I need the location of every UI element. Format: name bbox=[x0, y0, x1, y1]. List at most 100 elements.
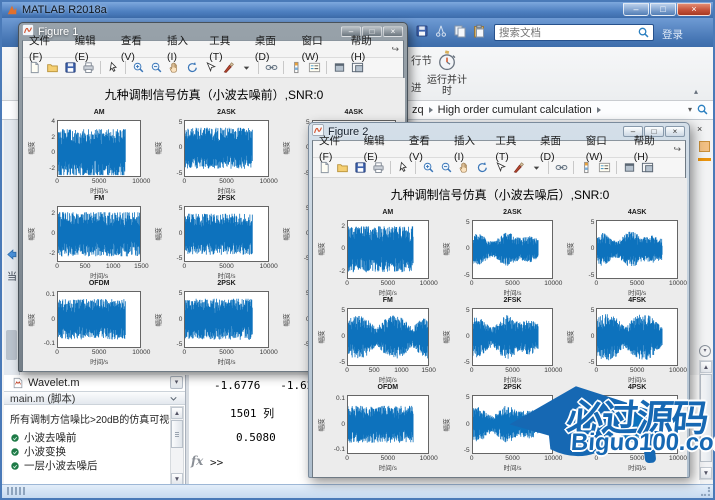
scroll-thumb[interactable] bbox=[700, 374, 712, 462]
dropdown-small-icon[interactable] bbox=[528, 160, 544, 176]
pan-icon[interactable] bbox=[166, 60, 182, 76]
y-tick-label: -5 bbox=[574, 272, 594, 279]
pointer-icon[interactable] bbox=[395, 160, 411, 176]
new-document-icon[interactable] bbox=[26, 60, 42, 76]
chevron-down-icon[interactable] bbox=[168, 393, 179, 404]
scroll-down-arrow[interactable]: ▼ bbox=[700, 467, 712, 479]
save-icon[interactable] bbox=[414, 23, 429, 38]
ribbon-collapse-icon[interactable]: ▴ bbox=[694, 87, 698, 96]
panel-close-icon[interactable]: × bbox=[697, 124, 702, 134]
minimize-button[interactable]: – bbox=[623, 3, 649, 16]
statusbar-grip[interactable] bbox=[7, 487, 25, 495]
section-item[interactable]: 小波去噪前 bbox=[10, 430, 77, 445]
run-and-time-button[interactable]: 运行并计时 bbox=[426, 49, 468, 99]
x-tick-label: 0 bbox=[582, 455, 610, 462]
breadcrumb-dropdown-icon[interactable]: ▾ bbox=[688, 105, 692, 114]
x-tick-label: 5000 bbox=[85, 349, 113, 356]
scroll-up-arrow[interactable]: ▲ bbox=[171, 407, 183, 419]
y-tick-label: 0 bbox=[325, 421, 345, 428]
rotate-3d-icon[interactable] bbox=[184, 60, 200, 76]
print-icon[interactable] bbox=[80, 60, 96, 76]
command-prompt[interactable]: >> bbox=[210, 456, 223, 469]
dock-group-icon[interactable] bbox=[621, 160, 637, 176]
dock-figure-icon[interactable] bbox=[639, 160, 655, 176]
breadcrumb-arrow-icon[interactable] bbox=[597, 107, 601, 113]
x-axis-label: 时间/s bbox=[57, 185, 141, 195]
brush-icon[interactable] bbox=[220, 60, 236, 76]
data-cursor-icon[interactable] bbox=[202, 60, 218, 76]
maximize-button[interactable]: □ bbox=[650, 3, 676, 16]
paste-icon[interactable] bbox=[471, 23, 486, 38]
signal-plot bbox=[348, 309, 428, 366]
sidebar-vertical-label: 当 bbox=[7, 268, 17, 283]
resize-grip[interactable] bbox=[701, 487, 710, 496]
x-tick-label: 0 bbox=[458, 367, 486, 374]
x-tick-label: 0 bbox=[43, 263, 71, 270]
scroll-thumb[interactable] bbox=[171, 420, 183, 448]
dock-group-icon[interactable] bbox=[331, 60, 347, 76]
save-icon[interactable] bbox=[352, 160, 368, 176]
x-axis-label: 时间/s bbox=[57, 356, 141, 366]
x-tick-label: 5000 bbox=[623, 367, 651, 374]
cut-icon[interactable] bbox=[433, 23, 448, 38]
toolbar-separator bbox=[283, 61, 284, 74]
folder-search-icon[interactable] bbox=[696, 103, 709, 116]
rotate-3d-icon[interactable] bbox=[474, 160, 490, 176]
x-tick-label: 5000 bbox=[85, 178, 113, 185]
login-link[interactable]: 登录 bbox=[662, 27, 683, 42]
menu-overflow-icon[interactable]: ↪ bbox=[391, 44, 399, 55]
x-tick-label: 0 bbox=[170, 349, 198, 356]
figure-body: 文件(F)编辑(E)查看(V)插入(I)工具(T)桌面(D)窗口(W)帮助(H)… bbox=[312, 140, 686, 478]
file-list-scroll-down-button[interactable]: ▾ bbox=[170, 376, 183, 389]
sidebar-scroll-thumb[interactable] bbox=[6, 330, 17, 360]
insert-legend-icon[interactable] bbox=[306, 60, 322, 76]
link-plots-icon[interactable] bbox=[553, 160, 569, 176]
x-tick-label: 0 bbox=[333, 455, 361, 462]
zoom-out-icon[interactable] bbox=[148, 60, 164, 76]
y-tick-label: 5 bbox=[574, 219, 594, 226]
docked-panel-icon[interactable] bbox=[699, 141, 710, 152]
x-tick-label: 5000 bbox=[374, 280, 402, 287]
x-axis-label: 时间/s bbox=[472, 462, 554, 472]
x-tick-label: 10000 bbox=[127, 349, 155, 356]
section-item[interactable]: 小波变换 bbox=[10, 444, 66, 459]
print-icon[interactable] bbox=[370, 160, 386, 176]
link-plots-icon[interactable] bbox=[263, 60, 279, 76]
x-tick-label: 10000 bbox=[664, 367, 687, 374]
x-axis-label: 时间/s bbox=[596, 462, 678, 472]
new-document-icon[interactable] bbox=[316, 160, 332, 176]
dock-figure-icon[interactable] bbox=[349, 60, 365, 76]
details-header[interactable]: main.m (脚本) bbox=[4, 391, 185, 405]
search-icon[interactable] bbox=[637, 26, 651, 40]
pointer-icon[interactable] bbox=[105, 60, 121, 76]
fx-prompt-icon[interactable]: fx bbox=[191, 454, 203, 468]
command-window-scrollbar[interactable]: ▲ ▼ bbox=[699, 360, 713, 480]
collapse-output-button[interactable]: ▾ bbox=[699, 345, 711, 357]
breadcrumb-segment[interactable]: High order cumulant calculation bbox=[438, 104, 592, 116]
copy-icon[interactable] bbox=[452, 23, 467, 38]
brush-icon[interactable] bbox=[510, 160, 526, 176]
insert-colorbar-icon[interactable] bbox=[288, 60, 304, 76]
zoom-out-icon[interactable] bbox=[438, 160, 454, 176]
insert-legend-icon[interactable] bbox=[596, 160, 612, 176]
breadcrumb-arrow-icon[interactable] bbox=[429, 107, 433, 113]
insert-colorbar-icon[interactable] bbox=[578, 160, 594, 176]
search-input[interactable] bbox=[495, 27, 637, 39]
breadcrumb-segment[interactable]: zq bbox=[412, 104, 424, 116]
zoom-in-icon[interactable] bbox=[130, 60, 146, 76]
open-folder-icon[interactable] bbox=[334, 160, 350, 176]
subplot-title-fm: FM bbox=[57, 195, 141, 202]
dropdown-small-icon[interactable] bbox=[238, 60, 254, 76]
file-list-item[interactable]: Wavelet.m ▾ bbox=[4, 375, 185, 391]
details-scrollbar[interactable]: ▲ ▼ bbox=[170, 406, 184, 486]
save-icon[interactable] bbox=[62, 60, 78, 76]
section-item[interactable]: 一层小波去噪后 bbox=[10, 458, 98, 473]
data-cursor-icon[interactable] bbox=[492, 160, 508, 176]
pan-icon[interactable] bbox=[456, 160, 472, 176]
zoom-in-icon[interactable] bbox=[420, 160, 436, 176]
close-button[interactable]: × bbox=[677, 3, 711, 16]
open-folder-icon[interactable] bbox=[44, 60, 60, 76]
menu-overflow-icon[interactable]: ↪ bbox=[673, 144, 681, 155]
scroll-up-arrow[interactable]: ▲ bbox=[700, 361, 712, 373]
back-arrow-icon[interactable] bbox=[5, 248, 18, 266]
